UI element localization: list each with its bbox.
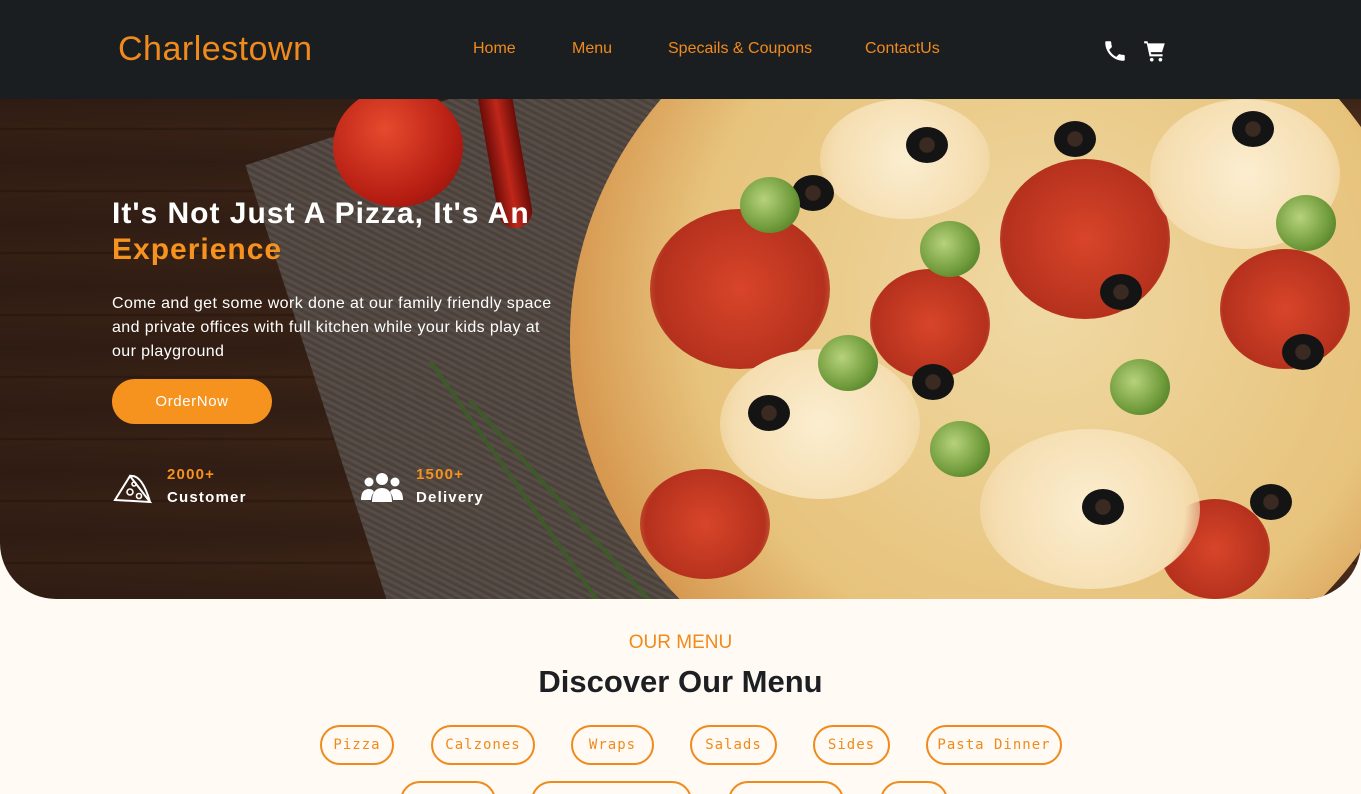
- phone-icon[interactable]: [1102, 38, 1128, 64]
- category-pill-partial[interactable]: [728, 781, 844, 794]
- hero-title: It's Not Just A Pizza, It's An Experienc…: [112, 196, 552, 268]
- stat-customers-number: 2000+: [167, 466, 216, 483]
- category-pill-wraps[interactable]: Wraps: [571, 725, 654, 765]
- hero-title-accent: Experience: [112, 233, 283, 266]
- users-icon: [361, 470, 403, 506]
- menu-section: OUR MENU Discover Our Menu Pizza Calzone…: [0, 599, 1361, 794]
- site-logo[interactable]: Charlestown: [118, 30, 312, 69]
- navbar: Charlestown Home Menu Specails & Coupons…: [0, 0, 1361, 99]
- nav-link-specials-coupons[interactable]: Specails & Coupons: [668, 40, 812, 58]
- category-pill-sides[interactable]: Sides: [813, 725, 890, 765]
- category-pill-partial[interactable]: [400, 781, 496, 794]
- category-pill-salads[interactable]: Salads: [690, 725, 777, 765]
- order-now-button[interactable]: OrderNow: [112, 379, 272, 424]
- nav-link-menu[interactable]: Menu: [572, 40, 612, 58]
- hero-title-text: It's Not Just A Pizza, It's An: [112, 197, 530, 230]
- nav-link-home[interactable]: Home: [473, 40, 516, 58]
- category-pill-partial[interactable]: [880, 781, 948, 794]
- category-pill-pasta-dinner[interactable]: Pasta Dinner: [926, 725, 1062, 765]
- menu-title: Discover Our Menu: [538, 664, 823, 699]
- category-pill-partial[interactable]: [531, 781, 692, 794]
- hero-description: Come and get some work done at our famil…: [112, 295, 552, 360]
- menu-eyebrow: OUR MENU: [628, 632, 733, 653]
- stat-delivery-label: Delivery: [416, 489, 484, 506]
- stat-customers-label: Customer: [167, 489, 247, 506]
- category-pill-pizza[interactable]: Pizza: [320, 725, 394, 765]
- hero-section: It's Not Just A Pizza, It's An Experienc…: [0, 99, 1361, 599]
- stat-delivery-number: 1500+: [416, 466, 465, 483]
- pizza-slice-icon: [112, 470, 154, 506]
- category-pill-calzones[interactable]: Calzones: [431, 725, 535, 765]
- cart-icon[interactable]: [1142, 38, 1168, 64]
- nav-link-contact[interactable]: ContactUs: [865, 40, 940, 58]
